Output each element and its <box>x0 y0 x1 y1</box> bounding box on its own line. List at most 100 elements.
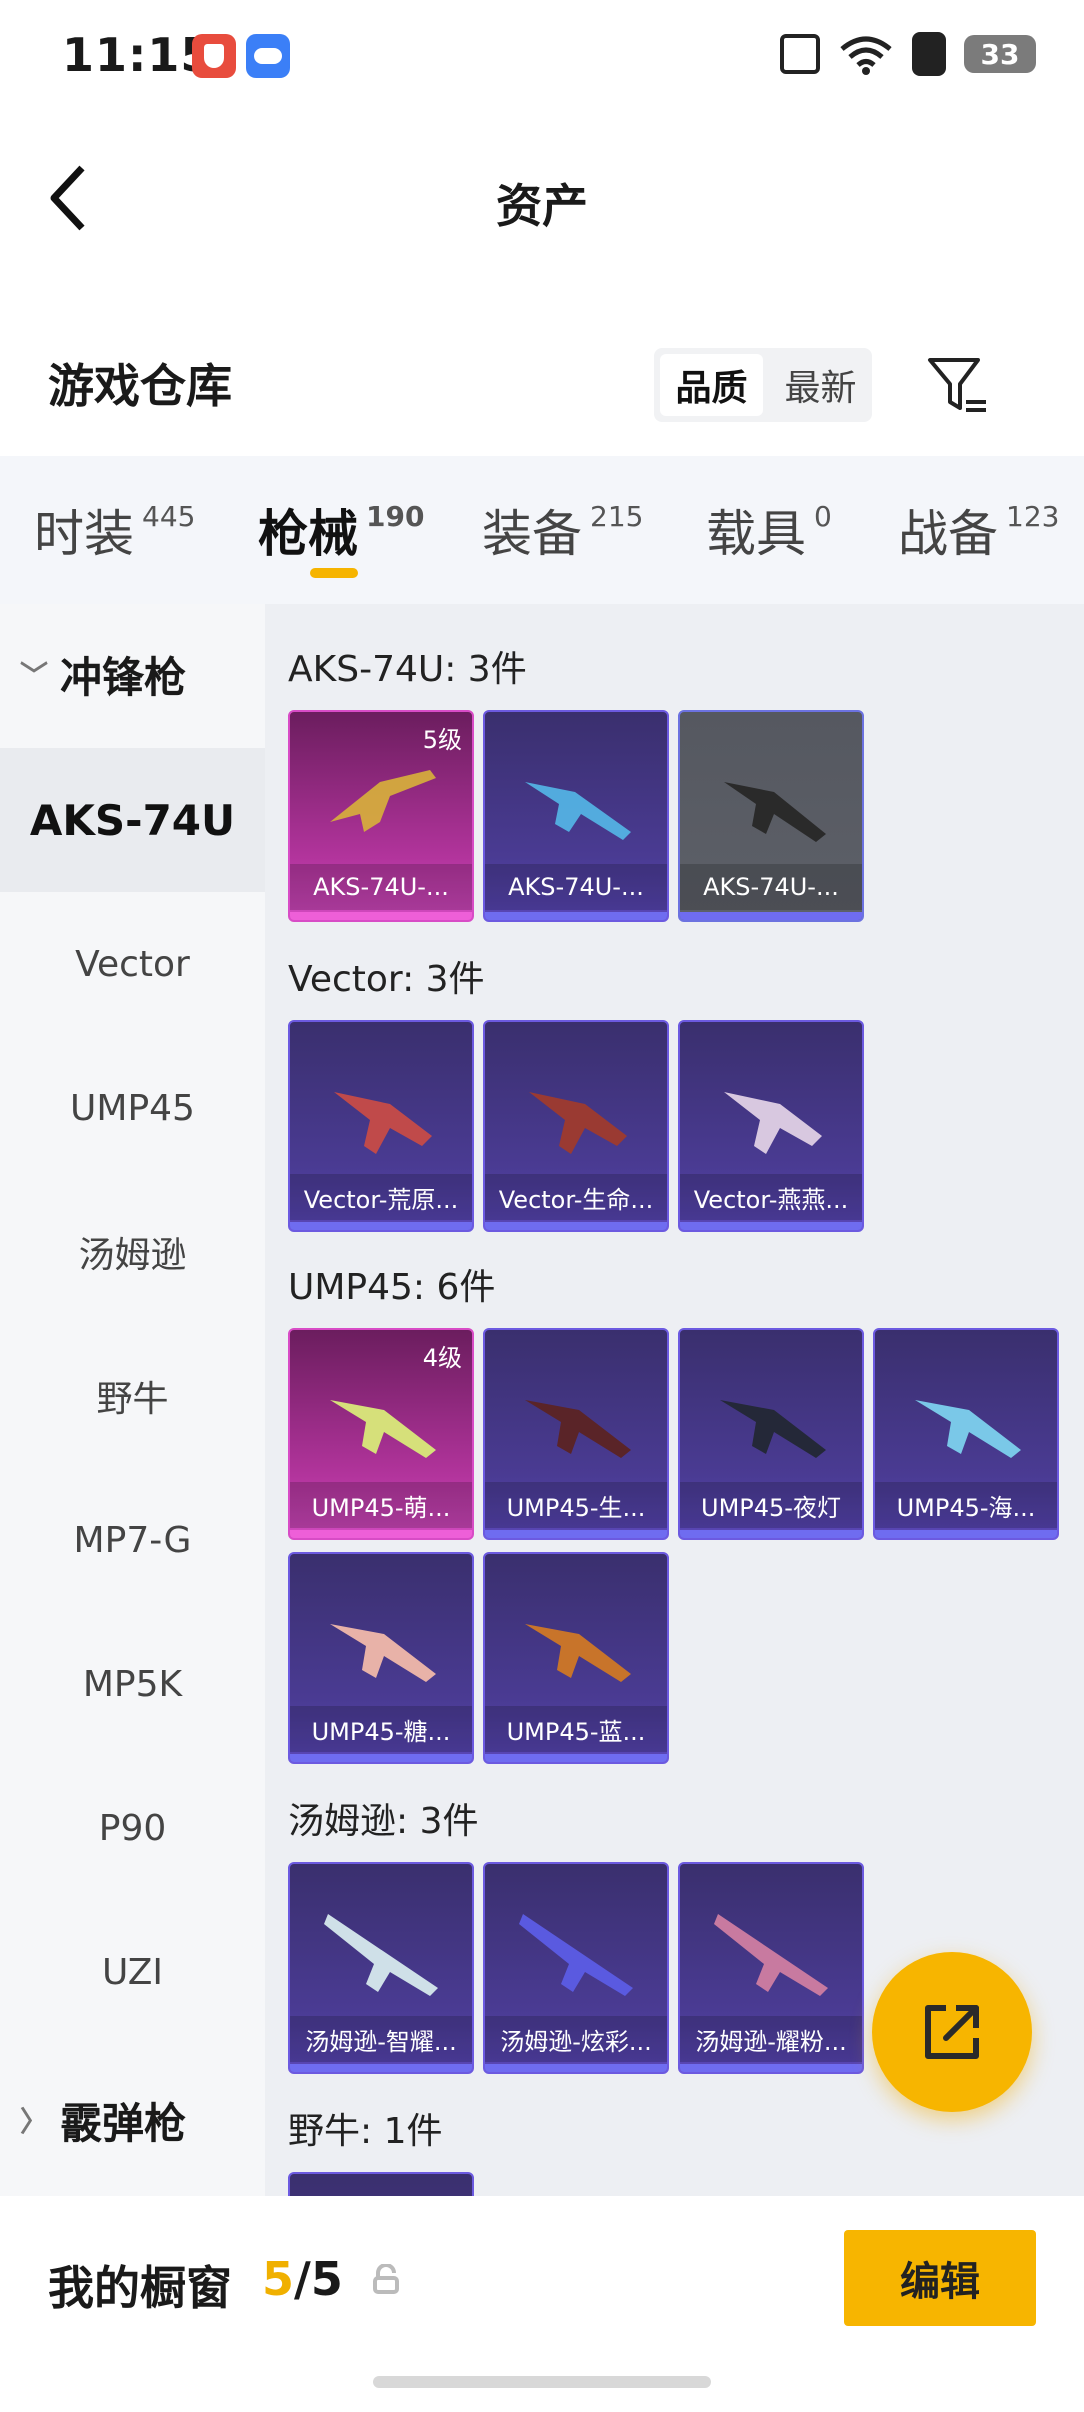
status-time: 11:15 <box>62 28 214 82</box>
tab-label: 装备 <box>482 505 582 563</box>
sidebar-section-label: 霰弹枪 <box>60 2098 187 2148</box>
home-indicator <box>373 2376 711 2388</box>
item-card[interactable]: 5级 AKS-74U-... <box>288 710 474 922</box>
item-card[interactable]: UMP45-海... <box>873 1328 1059 1540</box>
showcase-count-total: /5 <box>294 2252 343 2306</box>
sidebar-item-uzi[interactable]: UZI <box>0 1900 265 2044</box>
item-card[interactable]: UMP45-夜灯 <box>678 1328 864 1540</box>
sidebar-item-mp7g[interactable]: MP7-G <box>0 1468 265 1612</box>
sidebar-item-ump45[interactable]: UMP45 <box>0 1036 265 1180</box>
nfc-icon <box>780 34 820 74</box>
item-label: UMP45-萌... <box>290 1482 472 1528</box>
sidebar-item-vector[interactable]: Vector <box>0 892 265 1036</box>
sort-toggle: 品质 最新 <box>654 348 872 422</box>
tab-supplies[interactable]: 战备 123 <box>898 494 1059 566</box>
item-card[interactable]: AKS-74U-... <box>678 710 864 922</box>
header: 资产 <box>0 130 1084 260</box>
sort-quality-button[interactable]: 品质 <box>660 354 763 416</box>
gun-skin-icon <box>525 1624 631 1682</box>
group-title: Vector: 3件 <box>288 959 485 1000</box>
battery-level: 33 <box>980 37 1020 71</box>
item-label: AKS-74U-... <box>485 864 667 910</box>
tab-fashion[interactable]: 时装 445 <box>34 494 195 566</box>
alert-icon <box>912 32 946 76</box>
item-label: 汤姆逊-耀粉... <box>680 2016 862 2062</box>
gun-skin-icon <box>330 1400 436 1458</box>
showcase-count-current: 5 <box>262 2252 295 2306</box>
tab-count: 0 <box>814 500 832 533</box>
gun-skin-icon <box>334 1092 432 1154</box>
shield-app-icon <box>192 34 236 78</box>
item-label: UMP45-蓝... <box>485 1706 667 1752</box>
gun-skin-icon <box>720 1400 826 1458</box>
tab-count: 123 <box>1006 500 1060 533</box>
warehouse-title: 游戏仓库 <box>48 359 232 413</box>
filter-icon[interactable] <box>922 350 994 422</box>
tab-vehicles[interactable]: 载具 0 <box>706 494 832 566</box>
lock-icon <box>373 2264 399 2294</box>
tab-label: 枪械 <box>258 505 358 563</box>
page-title: 资产 <box>496 179 588 233</box>
gun-skin-icon <box>519 1914 633 1996</box>
sidebar-section-smg[interactable]: ﹀ 冲锋枪 <box>0 604 265 744</box>
gun-skin-icon <box>724 782 826 842</box>
sidebar-item-bizon[interactable]: 野牛 <box>0 1324 265 1468</box>
chevron-down-icon: ﹀ <box>20 659 49 692</box>
item-label: UMP45-生... <box>485 1482 667 1528</box>
item-card[interactable]: Vector-燕燕... <box>678 1020 864 1232</box>
chevron-right-icon: 〉 <box>20 2105 49 2138</box>
group-title: 野牛: 1件 <box>288 2111 443 2152</box>
group-title: AKS-74U: 3件 <box>288 649 527 690</box>
sidebar-item-aks74u[interactable]: AKS-74U <box>0 748 265 892</box>
share-external-icon <box>925 2005 979 2059</box>
tab-count: 445 <box>142 500 196 533</box>
sort-latest-button[interactable]: 最新 <box>769 348 872 422</box>
share-button[interactable] <box>872 1952 1032 2112</box>
item-card[interactable]: UMP45-生... <box>483 1328 669 1540</box>
item-label: Vector-荒原... <box>290 1174 472 1220</box>
active-tab-indicator <box>310 568 358 578</box>
item-card[interactable] <box>288 2172 474 2196</box>
sidebar-section-label: 冲锋枪 <box>60 652 187 702</box>
item-label: AKS-74U-... <box>290 864 472 910</box>
sidebar-item-p90[interactable]: P90 <box>0 1756 265 1900</box>
tab-equipment[interactable]: 装备 215 <box>482 494 643 566</box>
showcase-bar: 我的橱窗 5/5 编辑 <box>0 2196 1084 2412</box>
item-label: AKS-74U-... <box>680 864 862 910</box>
level-badge: 4级 <box>422 1344 462 1372</box>
gun-skin-icon <box>915 1400 1021 1458</box>
gun-skin-icon <box>324 1914 438 1996</box>
item-card[interactable]: UMP45-糖... <box>288 1552 474 1764</box>
category-tabs: 时装 445 枪械 190 装备 215 载具 0 战备 123 <box>0 456 1084 604</box>
item-label: UMP45-糖... <box>290 1706 472 1752</box>
gun-skin-icon <box>724 1092 822 1154</box>
gun-skin-icon <box>525 782 631 840</box>
item-label: 汤姆逊-智耀... <box>290 2016 472 2062</box>
tab-count: 215 <box>590 500 644 533</box>
item-card[interactable]: 4级 UMP45-萌... <box>288 1328 474 1540</box>
item-card[interactable]: Vector-生命... <box>483 1020 669 1232</box>
sidebar-item-thompson[interactable]: 汤姆逊 <box>0 1180 265 1324</box>
item-card[interactable]: AKS-74U-... <box>483 710 669 922</box>
item-card[interactable]: UMP45-蓝... <box>483 1552 669 1764</box>
item-label: UMP45-海... <box>875 1482 1057 1528</box>
wifi-icon <box>840 36 892 75</box>
item-card[interactable]: 汤姆逊-耀粉... <box>678 1862 864 2074</box>
gun-skin-icon <box>330 1624 436 1682</box>
status-bar: 11:15 33 <box>0 0 1084 110</box>
item-label: UMP45-夜灯 <box>680 1482 862 1528</box>
item-card[interactable]: 汤姆逊-智耀... <box>288 1862 474 2074</box>
edit-button[interactable]: 编辑 <box>844 2230 1036 2326</box>
sidebar-item-mp5k[interactable]: MP5K <box>0 1612 265 1756</box>
sidebar-section-shotgun[interactable]: 〉 霰弹枪 <box>0 2050 265 2190</box>
item-label: Vector-燕燕... <box>680 1174 862 1220</box>
cloud-app-icon <box>246 34 290 78</box>
item-card[interactable]: 汤姆逊-炫彩... <box>483 1862 669 2074</box>
gun-skin-icon <box>525 1400 631 1458</box>
tab-label: 时装 <box>34 505 134 563</box>
group-title: UMP45: 6件 <box>288 1267 496 1308</box>
item-label: Vector-生命... <box>485 1174 667 1220</box>
tab-guns[interactable]: 枪械 190 <box>258 494 424 566</box>
tab-count: 190 <box>366 500 425 533</box>
item-card[interactable]: Vector-荒原... <box>288 1020 474 1232</box>
